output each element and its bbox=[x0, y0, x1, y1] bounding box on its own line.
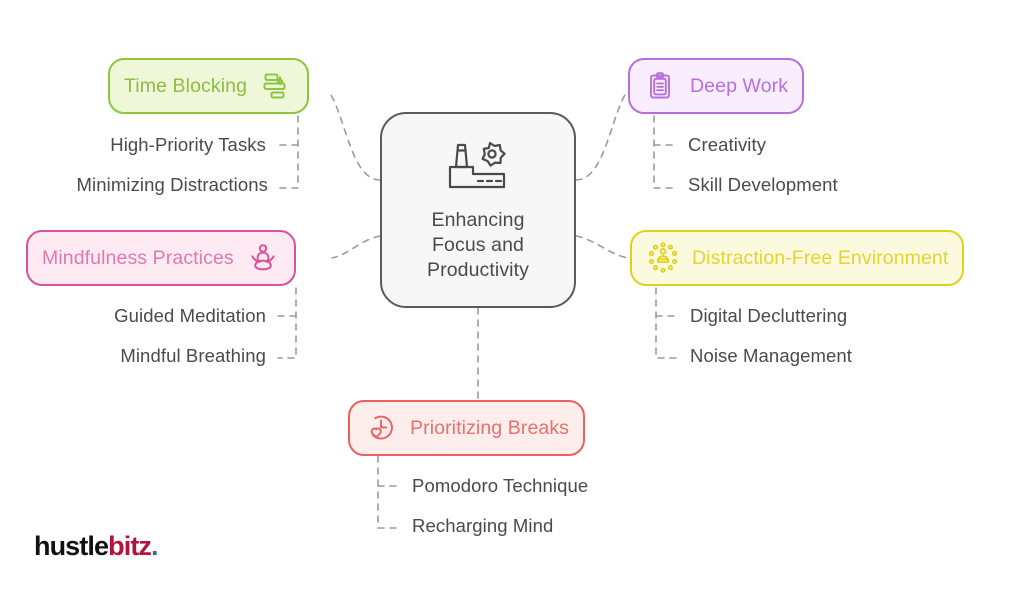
center-node[interactable]: Enhancing Focus and Productivity bbox=[380, 112, 576, 308]
branch-label-deep-work: Deep Work bbox=[690, 74, 789, 97]
factory-gear-icon bbox=[442, 137, 514, 198]
logo-part-bitz: bitz bbox=[108, 531, 152, 561]
connector-prioritizing-breaks-children bbox=[377, 455, 399, 529]
leaf-high-priority-tasks: High-Priority Tasks bbox=[110, 134, 266, 155]
leaf-digital-decluttering: Digital Decluttering bbox=[690, 305, 848, 326]
branch-label-time-blocking: Time Blocking bbox=[124, 74, 248, 97]
connector-deep-work-children bbox=[653, 115, 675, 189]
connector-mindfulness-children bbox=[277, 287, 297, 359]
leaf-recharging-mind: Recharging Mind bbox=[412, 515, 554, 536]
branch-label-distraction-free-environment: Distraction-Free Environment bbox=[692, 246, 949, 269]
connector-center-deep-work bbox=[575, 92, 627, 181]
center-node-label-line2: Focus and bbox=[432, 234, 524, 256]
center-node-label-line1: Enhancing bbox=[431, 209, 525, 231]
clock-heart-icon bbox=[364, 411, 398, 445]
leaf-mindful-breathing: Mindful Breathing bbox=[120, 345, 266, 366]
focused-person-rays-icon bbox=[646, 241, 680, 275]
branch-node-distraction-free-environment[interactable]: Distraction-Free Environment bbox=[630, 230, 965, 286]
leaf-minimizing-distractions: Minimizing Distractions bbox=[76, 174, 268, 195]
center-node-label-line3: Productivity bbox=[427, 259, 529, 281]
gantt-chart-icon bbox=[259, 69, 293, 103]
branch-node-time-blocking[interactable]: Time Blocking bbox=[108, 58, 310, 114]
clipboard-list-icon bbox=[644, 69, 678, 103]
leaf-noise-management: Noise Management bbox=[690, 345, 853, 366]
connector-center-mindfulness bbox=[331, 235, 381, 259]
branch-node-prioritizing-breaks[interactable]: Prioritizing Breaks bbox=[348, 400, 586, 456]
connector-center-time-blocking bbox=[329, 92, 381, 181]
leaf-skill-development: Skill Development bbox=[688, 174, 838, 195]
logo-part-hustle: hustle bbox=[34, 531, 109, 561]
connector-center-distraction-free bbox=[575, 235, 629, 259]
connector-time-blocking-children bbox=[279, 115, 299, 189]
leaf-pomodoro-technique: Pomodoro Technique bbox=[412, 475, 589, 496]
mind-map-canvas: Enhancing Focus and Productivity Time Bl… bbox=[0, 0, 1024, 595]
meditation-person-icon bbox=[246, 241, 280, 275]
branch-node-mindfulness-practices[interactable]: Mindfulness Practices bbox=[26, 230, 296, 286]
leaf-creativity: Creativity bbox=[688, 134, 767, 155]
branch-node-deep-work[interactable]: Deep Work bbox=[628, 58, 805, 114]
leaf-guided-meditation: Guided Meditation bbox=[114, 305, 266, 326]
logo-part-dot: . bbox=[151, 531, 158, 561]
hustlebitz-logo: hustlebitz. bbox=[34, 531, 158, 562]
branch-label-mindfulness-practices: Mindfulness Practices bbox=[42, 246, 234, 269]
branch-label-prioritizing-breaks: Prioritizing Breaks bbox=[410, 416, 570, 439]
connector-distraction-free-children bbox=[655, 287, 677, 359]
center-node-label: Enhancing Focus and Productivity bbox=[427, 208, 529, 283]
